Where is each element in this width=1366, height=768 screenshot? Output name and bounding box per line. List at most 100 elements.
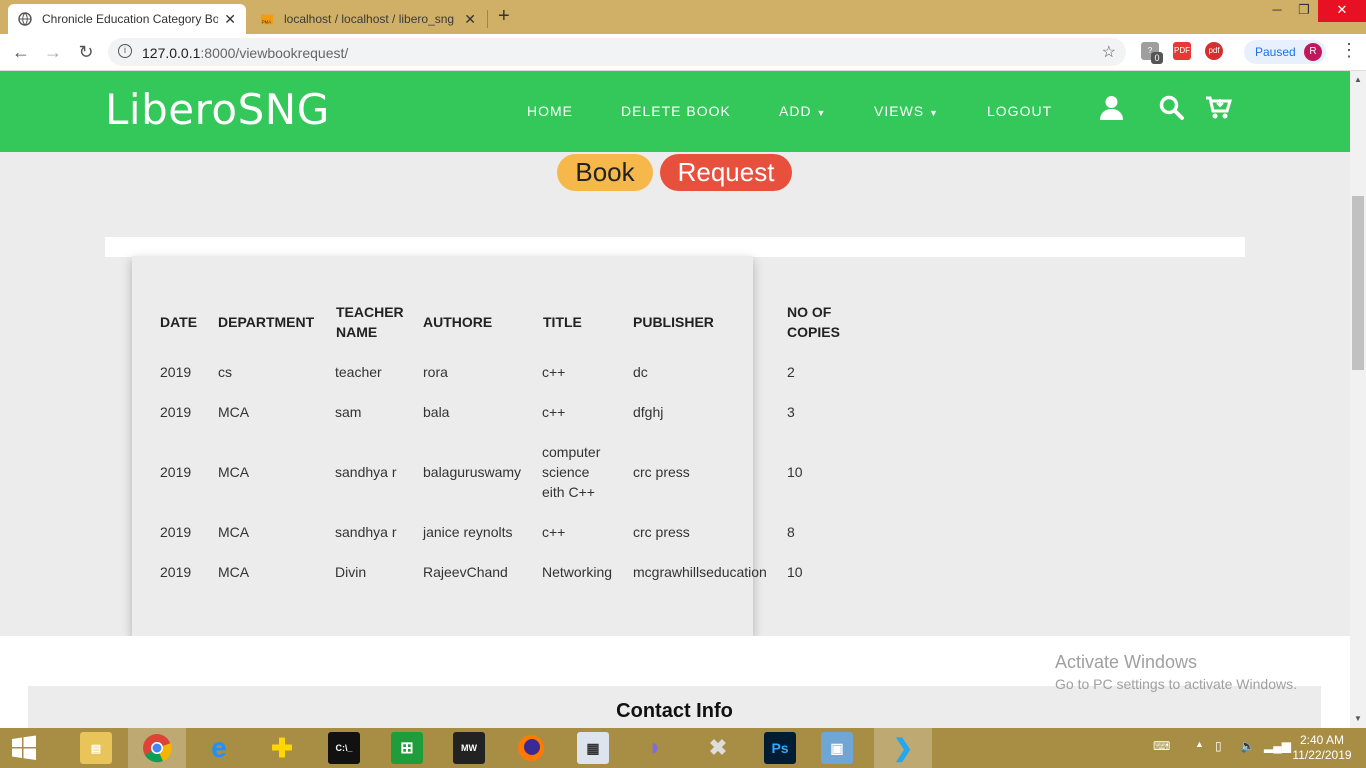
cell-publisher: dc (633, 364, 648, 380)
cell-title: c++ (542, 364, 566, 380)
nav-logout[interactable]: LOGOUT (987, 103, 1052, 119)
nav-views-label: VIEWS (874, 103, 925, 119)
clock-date: 11/22/2019 (1292, 748, 1352, 762)
scroll-up-icon[interactable]: ▲ (1351, 75, 1365, 84)
nav-add[interactable]: ADD ▼ (779, 103, 826, 119)
back-icon[interactable]: ← (10, 42, 32, 63)
pdf-extension-icon[interactable]: PDF (1173, 42, 1191, 60)
tray-expand-icon[interactable]: ▲ (1195, 739, 1204, 749)
minimize-icon[interactable]: ─ (1266, 0, 1288, 22)
cell-publisher: dfghj (633, 404, 664, 420)
cell-department: MCA (218, 464, 250, 480)
cell-title: Networking (542, 564, 613, 580)
store-icon[interactable]: ⊞ (391, 732, 423, 764)
tab-chronicle-education[interactable]: Chronicle Education Category Bo ✕ (8, 4, 246, 34)
cell-publisher: crc press (633, 524, 690, 540)
user-icon[interactable] (1100, 95, 1123, 126)
window-close-icon[interactable]: ✕ (1318, 0, 1366, 22)
tab-title: localhost / localhost / libero_sng (284, 12, 455, 26)
cell-title: computer science eith C++ (542, 442, 600, 502)
site-header: LiberoSNG HOME DELETE BOOK ADD ▼ VIEWS ▼… (0, 71, 1350, 152)
avatar: R (1304, 43, 1322, 61)
nav-delete-book[interactable]: DELETE BOOK (621, 103, 731, 119)
cell-author: RajeevChand (423, 564, 508, 580)
windows-taskbar: ▤ e ✚ C:\_ ⊞ MW ▦ ◗ ✖ Ps ▣ ❯ ⌨ ▲ ▯ 🔈 ▂▄▆… (0, 728, 1366, 768)
nfs-mw-icon[interactable]: MW (453, 732, 485, 764)
browser-toolbar: ← → ↻ i 127.0.0.1:8000/viewbookrequest/ … (0, 34, 1366, 71)
page-scrollbar[interactable] (1350, 71, 1366, 728)
cell-teacher: teacher (335, 364, 382, 380)
tab-close-icon[interactable]: ✕ (464, 11, 476, 28)
profile-paused-button[interactable]: Paused R (1244, 40, 1326, 64)
cell-copies: 3 (787, 404, 795, 420)
header-date: DATE (160, 314, 198, 330)
tab-phpmyadmin[interactable]: PMA localhost / localhost / libero_sng ✕ (250, 4, 486, 34)
globe-icon (18, 12, 32, 26)
scroll-down-icon[interactable]: ▼ (1351, 714, 1365, 723)
pdf-tool-icon[interactable]: pdf (1205, 42, 1223, 60)
site-info-icon[interactable]: i (118, 44, 132, 58)
phpmyadmin-icon: PMA (260, 12, 274, 26)
white-strip (105, 237, 1245, 257)
cart-icon[interactable] (1205, 95, 1233, 125)
cell-date: 2019 (160, 404, 192, 420)
header-title: TITLE (543, 314, 582, 330)
activate-windows-title: Activate Windows (1055, 652, 1198, 672)
cell-teacher: sandhya r (335, 464, 397, 480)
photoshop-icon[interactable]: Ps (764, 732, 796, 764)
cell-title-line1: computer (542, 444, 601, 460)
file-explorer-icon[interactable]: ▤ (80, 732, 112, 764)
reload-icon[interactable]: ↻ (75, 42, 97, 63)
dolphin-icon[interactable]: ◗ (639, 732, 671, 764)
caret-down-icon: ▼ (929, 108, 939, 118)
app-plus-icon[interactable]: ✚ (266, 732, 298, 764)
cell-publisher: mcgrawhillseducation (633, 564, 767, 580)
cell-copies: 2 (787, 364, 795, 380)
restore-icon[interactable]: ❐ (1292, 0, 1316, 22)
header-teacher-line2: NAME (336, 324, 378, 340)
heading-request: Request (660, 154, 792, 191)
chrome-icon[interactable] (141, 732, 173, 764)
nav-views[interactable]: VIEWS ▼ (874, 103, 939, 119)
internet-explorer-icon[interactable]: e (203, 732, 235, 764)
cell-author: janice reynolts (423, 524, 513, 540)
reader-icon[interactable]: ▦ (577, 732, 609, 764)
search-icon[interactable] (1159, 95, 1184, 125)
contact-title: Contact Info (616, 700, 733, 722)
nav-home[interactable]: HOME (527, 103, 573, 119)
header-author: AUTHORE (423, 314, 493, 330)
keyboard-icon[interactable]: ⌨ (1153, 739, 1170, 753)
tools-icon[interactable]: ✖ (702, 732, 734, 764)
header-copies-line1: NO OF (787, 304, 832, 320)
cell-teacher: sam (335, 404, 362, 420)
firefox-icon[interactable] (515, 732, 547, 764)
new-tab-icon[interactable]: + (498, 5, 510, 28)
cell-department: MCA (218, 524, 250, 540)
header-copies: NO OF COPIES (787, 302, 840, 342)
volume-icon[interactable]: 🔈 (1240, 739, 1255, 753)
bookmark-star-icon[interactable]: ☆ (1102, 42, 1116, 62)
activate-windows-subtitle: Go to PC settings to activate Windows. (1055, 676, 1297, 692)
header-teacher-name: TEACHER NAME (336, 302, 404, 342)
forward-icon[interactable]: → (42, 42, 64, 63)
cell-date: 2019 (160, 464, 192, 480)
cell-department: cs (218, 364, 232, 380)
windows-start-icon[interactable] (8, 732, 40, 764)
address-bar[interactable]: i 127.0.0.1:8000/viewbookrequest/ ☆ (108, 38, 1126, 66)
tab-close-icon[interactable]: ✕ (224, 11, 236, 28)
scrollbar-thumb[interactable] (1352, 196, 1364, 370)
vscode-icon[interactable]: ❯ (887, 732, 919, 764)
network-icon[interactable]: ▂▄▆ (1264, 739, 1291, 753)
cell-author: rora (423, 364, 448, 380)
site-logo[interactable]: LiberoSNG (105, 85, 330, 134)
cell-copies: 8 (787, 524, 795, 540)
menu-kebab-icon[interactable]: ⋮ (1340, 40, 1358, 61)
extension-badge: 0 (1151, 52, 1163, 64)
command-prompt-icon[interactable]: C:\_ (328, 732, 360, 764)
tab-separator (487, 10, 488, 28)
photos-icon[interactable]: ▣ (821, 732, 853, 764)
battery-icon[interactable]: ▯ (1215, 739, 1222, 753)
nav-add-label: ADD (779, 103, 812, 119)
url-text[interactable]: 127.0.0.1:8000/viewbookrequest/ (142, 45, 348, 61)
system-clock[interactable]: 2:40 AM 11/22/2019 (1290, 733, 1354, 763)
